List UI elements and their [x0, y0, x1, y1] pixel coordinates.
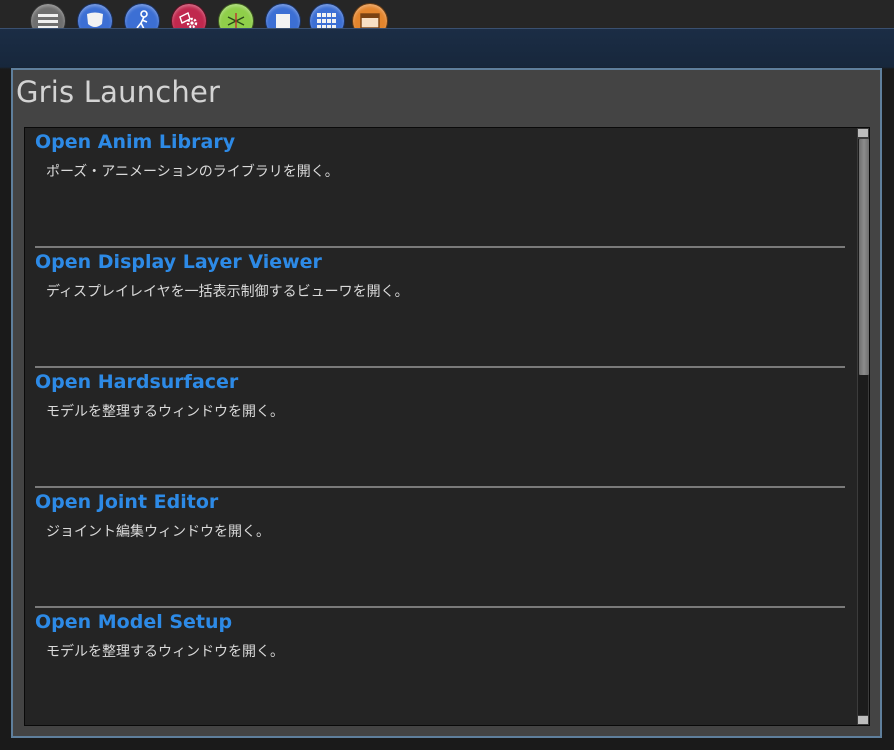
item-title-link[interactable]: Open Display Layer Viewer [35, 251, 322, 273]
list-item: Open Model Setup モデルを整理するウィンドウを開く。 [35, 608, 845, 725]
list-item: Open Hardsurfacer モデルを整理するウィンドウを開く。 [35, 368, 845, 488]
scroll-down-arrow-icon[interactable] [858, 716, 868, 724]
item-title-link[interactable]: Open Model Setup [35, 611, 232, 633]
command-list[interactable]: Open Anim Library ポーズ・アニメーションのライブラリを開く。 … [24, 127, 870, 726]
item-description: ポーズ・アニメーションのライブラリを開く。 [46, 164, 339, 180]
list-item: Open Display Layer Viewer ディスプレイレイヤを一括表示… [35, 248, 845, 368]
item-description: ジョイント編集ウィンドウを開く。 [46, 524, 270, 540]
scroll-up-arrow-icon[interactable] [858, 129, 868, 137]
vertical-scrollbar[interactable] [857, 128, 869, 725]
scrollbar-thumb[interactable] [859, 139, 869, 375]
item-description: モデルを整理するウィンドウを開く。 [46, 404, 284, 420]
window-title: Gris Launcher [16, 75, 221, 109]
item-title-link[interactable]: Open Hardsurfacer [35, 371, 238, 393]
list-item: Open Anim Library ポーズ・アニメーションのライブラリを開く。 [35, 128, 845, 248]
item-title-link[interactable]: Open Anim Library [35, 131, 235, 153]
item-description: モデルを整理するウィンドウを開く。 [46, 644, 284, 660]
item-description: ディスプレイレイヤを一括表示制御するビューワを開く。 [46, 284, 409, 300]
launcher-window: Gris Launcher Open Anim Library ポーズ・アニメー… [11, 68, 882, 738]
item-title-link[interactable]: Open Joint Editor [35, 491, 218, 513]
list-item: Open Joint Editor ジョイント編集ウィンドウを開く。 [35, 488, 845, 608]
shelf-toolbar [0, 0, 894, 39]
scrollbar-track[interactable] [858, 139, 869, 715]
